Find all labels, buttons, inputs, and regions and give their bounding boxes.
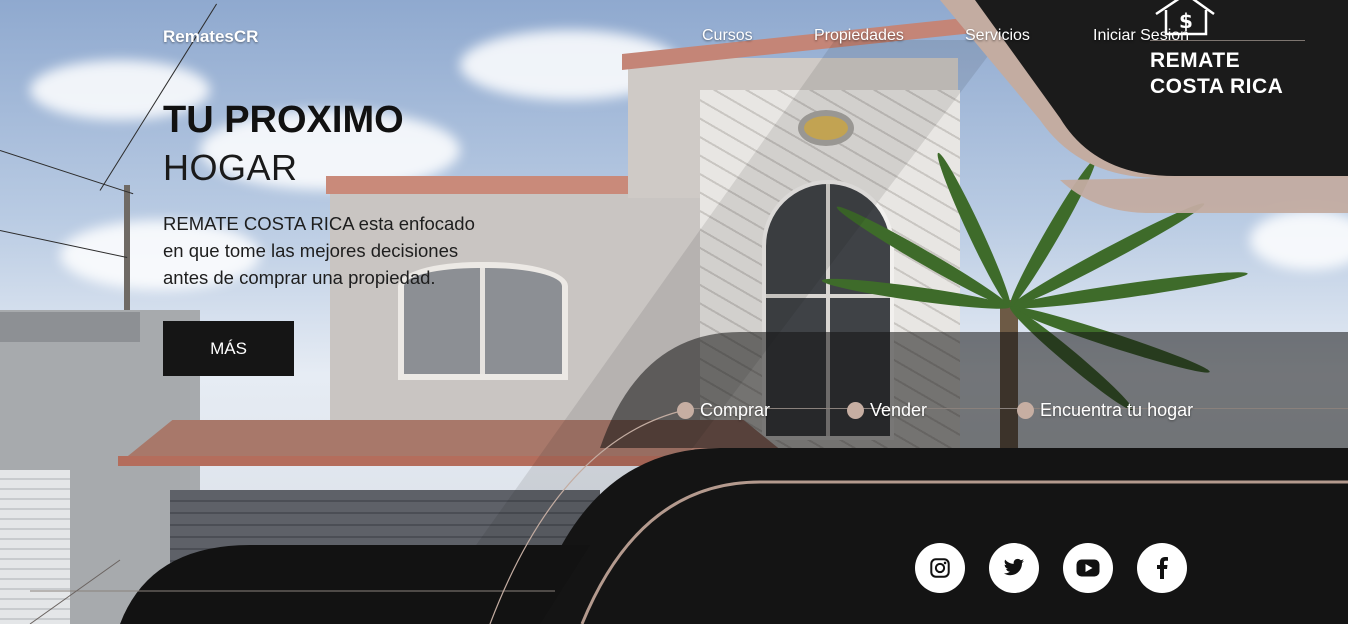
nav-link-servicios[interactable]: Servicios — [965, 27, 1030, 45]
feature-label: Encuentra tu hogar — [1040, 400, 1194, 420]
feature-encuentra-tu-hogar[interactable]: Encuentra tu hogar — [1017, 400, 1193, 421]
feature-label: Vender — [870, 400, 928, 420]
youtube-button[interactable] — [1063, 543, 1113, 593]
hero-subtitle: HOGAR — [163, 147, 298, 188]
logo-text: REMATE COSTA RICA — [1150, 48, 1283, 100]
feature-strip: Comprar Vender Encuentra tu hogar — [0, 400, 1348, 430]
youtube-icon — [1076, 559, 1100, 577]
top-nav: Cursos Propiedades Servicios Iniciar Ses… — [0, 27, 1348, 49]
hero-description: REMATE COSTA RICA esta enfocado en que t… — [163, 213, 475, 288]
feature-comprar[interactable]: Comprar — [677, 400, 770, 421]
nav-link-propiedades[interactable]: Propiedades — [814, 27, 904, 45]
facebook-button[interactable] — [1137, 543, 1187, 593]
facebook-icon — [1157, 557, 1168, 579]
nav-link-cursos[interactable]: Cursos — [702, 27, 753, 45]
hero-title: TU PROXIMO — [163, 99, 404, 141]
twitter-button[interactable] — [989, 543, 1039, 593]
feature-label: Comprar — [700, 400, 771, 420]
logo-line-2: COSTA RICA — [1150, 75, 1284, 98]
bullet-dot-icon — [1017, 402, 1034, 419]
feature-vender[interactable]: Vender — [847, 400, 927, 421]
twitter-icon — [1003, 558, 1025, 576]
more-button[interactable]: MÁS — [163, 321, 294, 376]
logo-line-1: REMATE — [1150, 49, 1241, 72]
house-dollar-icon: $ — [1155, 0, 1215, 36]
bullet-dot-icon — [847, 402, 864, 419]
instagram-button[interactable] — [915, 543, 965, 593]
logo[interactable]: $ REMATE COSTA RICA — [1150, 0, 1310, 100]
hero-background-photo — [0, 0, 1348, 624]
bullet-dot-icon — [677, 402, 694, 419]
svg-text:$: $ — [1179, 9, 1193, 33]
instagram-icon — [930, 558, 950, 578]
